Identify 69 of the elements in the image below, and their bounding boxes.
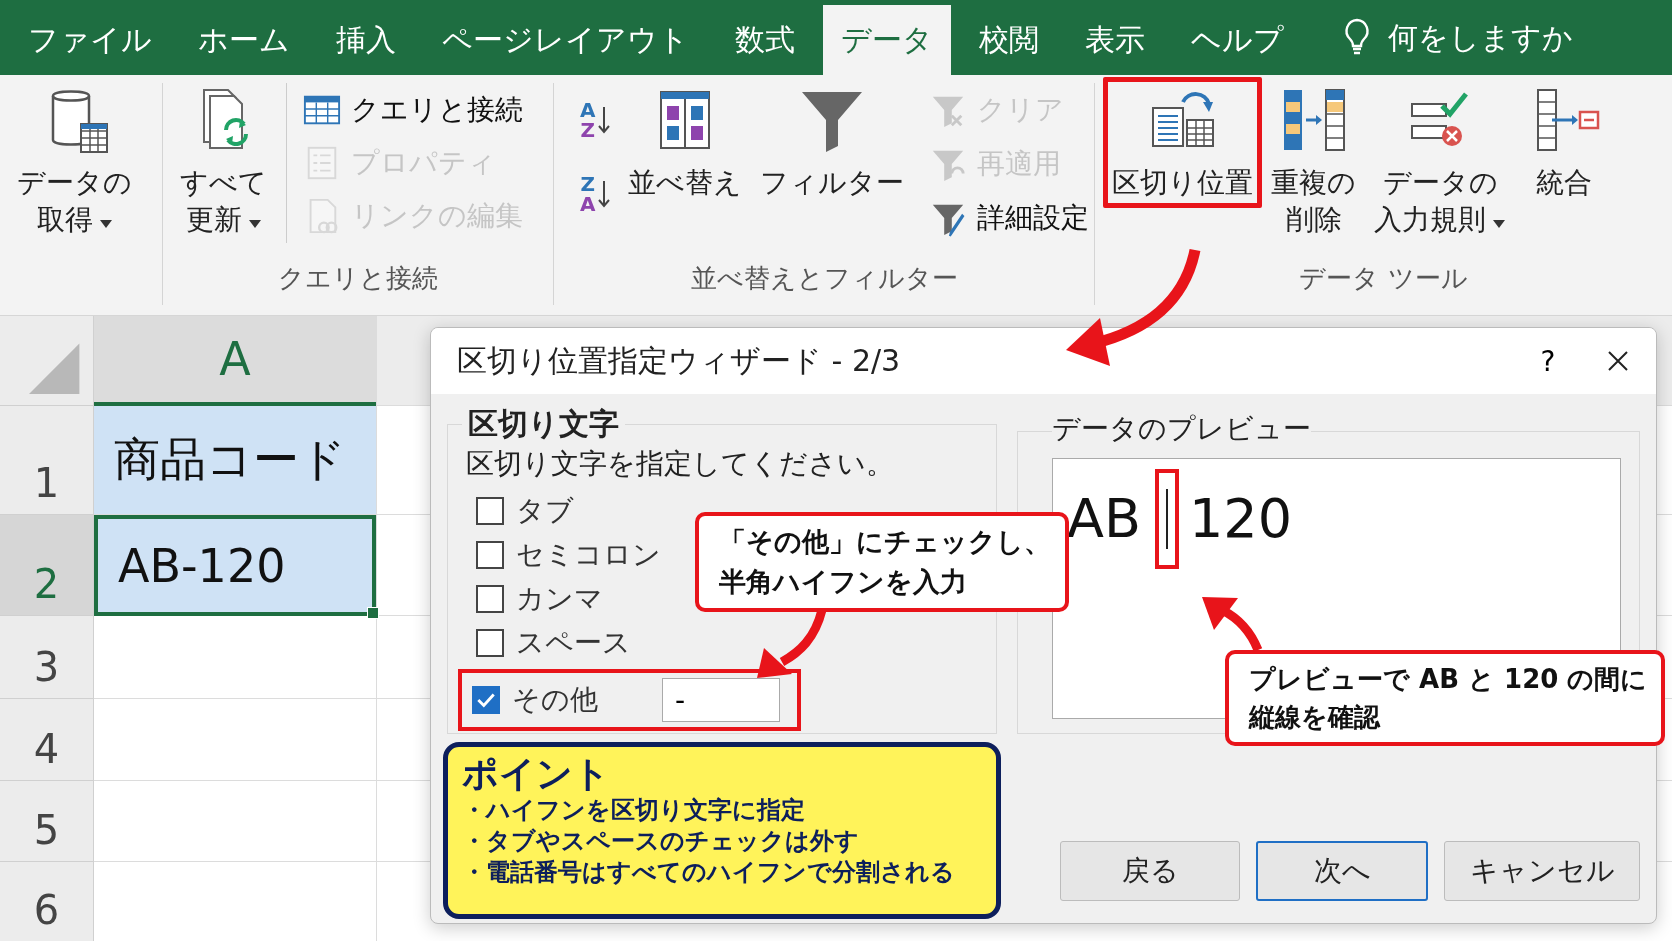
tip-title: ポイント [462,753,611,795]
ribbon-tab[interactable]: ヘルプ [1173,5,1302,75]
checkbox-label: カンマ [516,581,604,617]
table-cell[interactable]: AB-120 [94,515,376,616]
group-label: 並べ替えとフィルター [689,262,959,295]
checkbox[interactable] [476,585,504,613]
checkbox[interactable] [476,541,504,569]
group-title: データのプレビュー [1052,411,1311,447]
row-header[interactable]: 3 [0,616,94,699]
dialog-button[interactable]: 戻る [1060,841,1240,901]
ribbon-tab[interactable]: ファイル [10,5,170,75]
ribbon-button[interactable]: 区切り位置 [1103,77,1262,208]
ribbon-button[interactable]: 詳細設定 [923,191,1096,245]
input-field[interactable]: - [662,678,780,722]
ribbon-tab[interactable]: 校閲 [961,5,1057,75]
ribbon-tab[interactable]: ページレイアウト [424,5,707,75]
preview-text: AB [1067,486,1141,552]
sort-button[interactable]: A Z [572,83,620,157]
tip-text: ・ハイフンを区切り文字に指定 [462,795,806,826]
preview-text: 120 [1189,486,1293,552]
close-icon [1606,349,1630,373]
group-title: 区切り文字 [467,405,620,443]
dialog-title: 区切り位置指定ウィザード - 2/3 [457,341,902,380]
sort-button[interactable]: Z A [572,157,620,231]
row-header[interactable]: 4 [0,699,94,781]
ribbon-button[interactable]: 並べ替え [619,77,752,208]
ribbon-button[interactable]: データの 取得 [8,77,141,245]
tip-text: ・タブやスペースのチェックは外す [462,826,860,857]
ribbon-button[interactable]: 重複の 削除 [1262,77,1365,245]
checkbox-label: スペース [516,625,632,661]
fill-handle[interactable] [367,607,379,619]
column-header[interactable]: A [94,316,376,406]
checkbox[interactable] [476,629,504,657]
table-cell[interactable]: 商品コード [94,406,376,515]
checkbox-label: セミコロン [516,537,662,573]
checkbox[interactable] [476,497,504,525]
row-header[interactable]: 2 [0,515,94,616]
checkbox-label: タブ [516,493,575,529]
ribbon-button[interactable]: 統合 [1515,77,1613,208]
checkbox-label: その他 [512,682,599,718]
ribbon-button[interactable]: フィルター [751,77,914,208]
callout: プレビューで AB と 120 の間に 縦線を確認 [1225,650,1666,746]
tell-me-field[interactable]: 何をしますか [1386,11,1610,63]
ribbon-button[interactable]: クエリと接続 [297,83,529,137]
help-button[interactable]: ? [1528,343,1568,379]
checkbox[interactable] [472,686,500,714]
dialog-button[interactable]: 次へ [1256,841,1428,901]
dialog-button[interactable]: キャンセル [1444,841,1640,901]
row-header[interactable]: 6 [0,862,94,941]
down-arrow-icon [597,105,612,135]
ribbon-tab[interactable]: ホーム [180,5,308,75]
ribbon-tab[interactable]: データ [823,5,951,75]
group-label: データ ツール [1298,262,1469,295]
caret-icon [98,219,113,229]
tip-text: ・電話番号はすべてのハイフンで分割される [462,857,956,888]
ribbon-tab[interactable]: 数式 [717,5,813,75]
ribbon-tab[interactable]: 表示 [1067,5,1163,75]
caret-icon [247,219,262,229]
arrow [1202,597,1263,652]
ribbon-tab[interactable]: 挿入 [318,5,414,75]
ribbon-button[interactable]: データの 入力規則 [1365,77,1515,245]
caret-icon [1492,219,1506,229]
group-label: クエリと接続 [277,262,439,295]
row-header[interactable]: 1 [0,406,94,515]
callout: 「その他」にチェックし、 半角ハイフンを入力 [695,512,1069,612]
down-arrow-icon [597,179,612,209]
ribbon-button[interactable]: すべて 更新 [171,77,276,245]
instruction-text: 区切り文字を指定してください。 [466,446,895,482]
row-header[interactable]: 5 [0,781,94,862]
